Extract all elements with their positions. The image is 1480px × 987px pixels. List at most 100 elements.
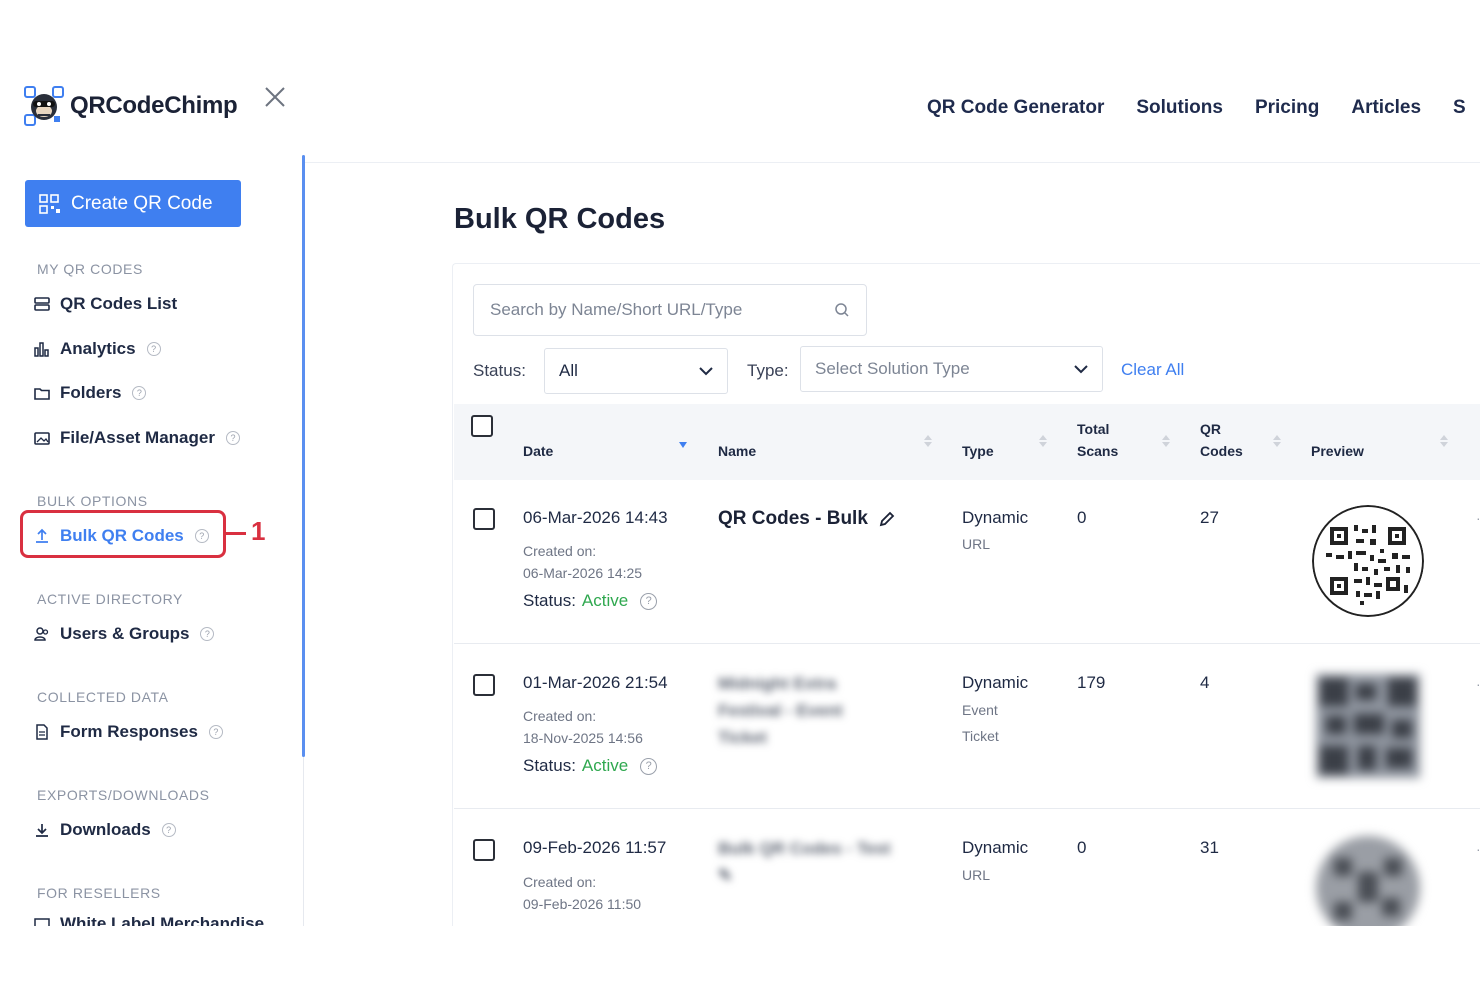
section-collected-data: COLLECTED DATA <box>37 689 169 705</box>
row-name-text: Midnight Extra <box>718 674 837 693</box>
help-icon[interactable]: ? <box>208 725 223 739</box>
folder-icon <box>34 388 50 400</box>
nav-solutions[interactable]: Solutions <box>1136 97 1223 119</box>
sort-icon[interactable] <box>1162 433 1170 449</box>
nav-more[interactable]: S <box>1453 97 1466 119</box>
column-header-total-scans[interactable]: Total Scans <box>1077 418 1118 462</box>
sidebar-scrollbar[interactable] <box>302 155 305 757</box>
sidebar-item-label: Folders <box>60 383 122 402</box>
search-icon[interactable] <box>834 302 850 318</box>
row-total-scans: 179 <box>1077 673 1106 692</box>
row-checkbox[interactable] <box>473 508 495 530</box>
bar-chart-icon <box>34 342 49 357</box>
header-divider <box>305 162 1480 163</box>
row-divider <box>454 643 1480 644</box>
column-header-type[interactable]: Type <box>962 440 994 462</box>
help-icon[interactable]: ? <box>200 627 215 641</box>
status-select-value: All <box>559 361 578 380</box>
sort-icon[interactable] <box>924 433 932 449</box>
list-icon <box>34 297 50 311</box>
row-subtype: URL <box>962 867 991 883</box>
sidebar-item-label: Users & Groups <box>60 624 190 643</box>
column-header-text: Total <box>1077 421 1110 437</box>
row-name[interactable]: QR Codes - Bulk <box>718 508 896 530</box>
section-my-qr-codes: MY QR CODES <box>37 261 143 277</box>
sidebar-item-form-responses[interactable]: Form Responses ? <box>33 722 223 742</box>
column-header-text: Scans <box>1077 443 1119 459</box>
row-name-blurred[interactable]: Midnight Extra Festival - Event Ticket <box>718 670 843 751</box>
sidebar-item-users-groups[interactable]: Users & Groups ? <box>33 624 215 644</box>
chevron-down-icon <box>1074 364 1088 373</box>
sidebar-item-label: Downloads <box>60 820 151 839</box>
row-divider <box>454 808 1480 809</box>
help-icon[interactable]: ? <box>161 823 176 837</box>
annotation-number: 1 <box>251 516 266 546</box>
sort-icon[interactable] <box>1273 433 1281 449</box>
download-icon <box>36 824 48 837</box>
sort-icon[interactable] <box>1039 433 1047 449</box>
row-subtype: URL <box>962 536 991 552</box>
row-qr-codes-count: 31 <box>1200 838 1219 857</box>
help-icon[interactable]: ? <box>225 431 240 445</box>
sidebar-item-white-label[interactable]: White Label Merchandise <box>33 914 264 926</box>
row-status: Status: Active ? <box>523 756 658 776</box>
row-type: Dynamic <box>962 508 1029 527</box>
status-label: Status: <box>523 591 576 610</box>
created-date: 09-Feb-2026 11:50 <box>523 896 642 912</box>
row-subtype: Event Ticket <box>962 697 999 749</box>
sidebar-item-downloads[interactable]: Downloads ? <box>33 820 176 840</box>
sidebar-item-analytics[interactable]: Analytics ? <box>33 339 161 359</box>
help-icon[interactable]: ? <box>146 342 161 356</box>
create-qr-code-button[interactable]: Create QR Code <box>25 180 241 227</box>
highlight-connector <box>226 532 246 535</box>
column-header-name[interactable]: Name <box>718 440 756 462</box>
brand-logo[interactable]: QRCodeChimp <box>24 86 238 126</box>
sort-desc-icon[interactable] <box>679 437 687 453</box>
column-header-date[interactable]: Date <box>523 440 553 462</box>
search-input[interactable]: Search by Name/Short URL/Type <box>473 284 867 336</box>
created-date: 18-Nov-2025 14:56 <box>523 730 643 746</box>
qr-preview-image[interactable] <box>1312 505 1424 617</box>
clear-all-link[interactable]: Clear All <box>1121 360 1184 380</box>
row-date: 01-Mar-2026 21:54 <box>523 673 668 692</box>
row-name-blurred[interactable]: Bulk QR Codes - Test ✎ <box>718 835 891 889</box>
help-icon[interactable]: ? <box>640 592 658 610</box>
sidebar-item-file-asset-manager[interactable]: File/Asset Manager ? <box>33 428 240 448</box>
qr-preview-image[interactable] <box>1312 832 1424 926</box>
image-file-icon <box>34 432 50 445</box>
select-all-checkbox[interactable] <box>471 415 493 437</box>
sort-icon[interactable] <box>1440 433 1448 449</box>
row-date: 06-Mar-2026 14:43 <box>523 508 668 527</box>
row-type: Dynamic <box>962 673 1029 692</box>
sidebar-item-qr-codes-list[interactable]: QR Codes List <box>33 294 177 314</box>
column-header-qr-codes[interactable]: QR Codes <box>1200 418 1243 462</box>
row-qr-codes-count: 4 <box>1200 673 1210 692</box>
row-checkbox[interactable] <box>473 839 495 861</box>
row-checkbox[interactable] <box>473 674 495 696</box>
column-header-text: QR <box>1200 421 1221 437</box>
sidebar-item-label: Form Responses <box>60 722 198 741</box>
sidebar-item-label: Analytics <box>60 339 136 358</box>
close-icon[interactable] <box>262 84 288 110</box>
nav-pricing[interactable]: Pricing <box>1255 97 1319 119</box>
column-header-text: Codes <box>1200 443 1243 459</box>
row-overflow-indicator: · <box>1476 841 1480 857</box>
help-icon[interactable]: ? <box>132 386 147 400</box>
search-placeholder: Search by Name/Short URL/Type <box>490 300 743 319</box>
nav-qr-code-generator[interactable]: QR Code Generator <box>927 97 1104 119</box>
users-icon <box>34 627 49 641</box>
status-label: Status: <box>523 756 576 775</box>
status-select[interactable]: All <box>544 348 728 394</box>
type-select[interactable]: Select Solution Type <box>800 346 1103 392</box>
row-subtype-line: Ticket <box>962 728 999 744</box>
help-icon[interactable]: ? <box>640 757 658 775</box>
created-label: Created on: <box>523 543 597 559</box>
edit-pencil-icon[interactable] <box>878 510 896 528</box>
nav-articles[interactable]: Articles <box>1351 97 1421 119</box>
sidebar-item-folders[interactable]: Folders ? <box>33 383 147 403</box>
qr-preview-image[interactable] <box>1312 670 1424 782</box>
chevron-down-icon <box>699 366 713 375</box>
sidebar-border <box>303 757 304 926</box>
row-type: Dynamic <box>962 838 1029 857</box>
row-name-text: Festival - Event <box>718 701 843 720</box>
